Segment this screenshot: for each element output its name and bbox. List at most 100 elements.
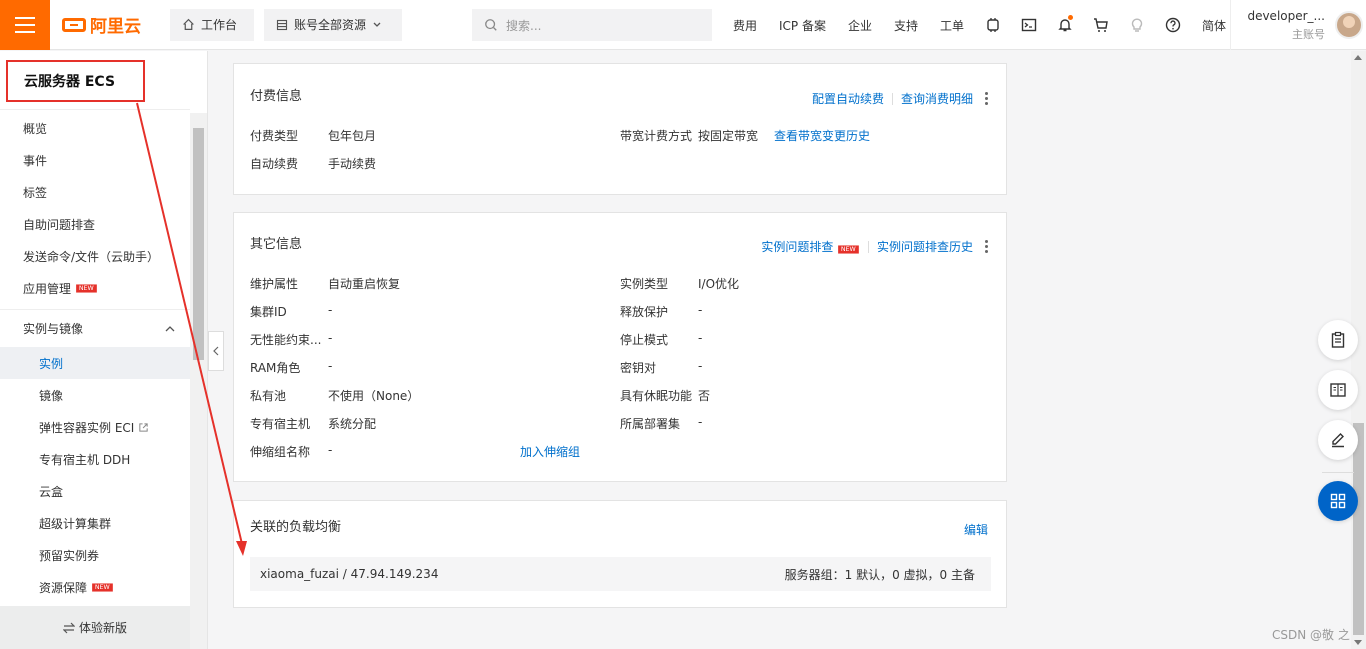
sidebar: 云服务器 ECS 概览 事件 标签 自助问题排查 发送命令/文件（云助手） 应用… (0, 51, 208, 649)
sidebar-item-troubleshoot[interactable]: 自助问题排查 (0, 208, 190, 240)
nav-link-icp[interactable]: ICP 备案 (768, 17, 837, 34)
resource-scope-label: 账号全部资源 (294, 18, 367, 32)
watermark: CSDN @敬 之 (1272, 628, 1350, 642)
private-pool-field: 私有池 不使用（None） (250, 389, 420, 403)
configure-auto-renew-link[interactable]: 配置自动续费 (812, 90, 884, 107)
lightbulb-icon[interactable] (1119, 17, 1155, 33)
load-balancer-card: 关联的负载均衡 编辑 xiaoma_fuzai / 47.94.149.234 … (233, 500, 1007, 608)
avatar[interactable] (1335, 11, 1363, 39)
sidebar-item-overview[interactable]: 概览 (0, 112, 190, 144)
sidebar-item-reserved-instances[interactable]: 预留实例券 (0, 539, 190, 571)
hamburger-menu-button[interactable] (0, 0, 50, 50)
join-scaling-group-link[interactable]: 加入伸缩组 (520, 443, 580, 460)
nav-link-support[interactable]: 支持 (883, 17, 929, 34)
server-group-summary: 服务器组：1 默认，0 虚拟，0 主备 (784, 567, 975, 582)
nav-link-fees[interactable]: 费用 (722, 17, 768, 34)
main-scrollbar-thumb[interactable] (1353, 423, 1364, 635)
sidebar-item-tags[interactable]: 标签 (0, 176, 190, 208)
product-title[interactable]: 云服务器 ECS (6, 60, 145, 102)
sidebar-item-app-management[interactable]: 应用管理 NEW (0, 272, 190, 304)
workbench-button[interactable]: 工作台 (170, 8, 254, 41)
user-menu[interactable]: developer_... 主账号 (1230, 0, 1366, 50)
guide-book-button[interactable] (1318, 370, 1358, 410)
bandwidth-history-link[interactable]: 查看带宽变更历史 (774, 127, 870, 144)
new-badge: NEW (92, 582, 113, 592)
sidebar-item-eci[interactable]: 弹性容器实例 ECI (0, 411, 190, 443)
try-new-version-button[interactable]: 体验新版 (0, 606, 190, 649)
edit-load-balancer-link[interactable]: 编辑 (964, 521, 988, 538)
troubleshoot-history-link[interactable]: 实例问题排查历史 (877, 238, 973, 255)
resource-scope-select[interactable]: 账号全部资源 (264, 8, 402, 41)
sidebar-item-cloud-assistant[interactable]: 发送命令/文件（云助手） (0, 240, 190, 272)
load-balancer-title: 关联的负载均衡 (250, 520, 342, 535)
sidebar-item-ddh[interactable]: 专有宿主机 DDH (0, 443, 190, 475)
sidebar-item-scc[interactable]: 超级计算集群 (0, 507, 190, 539)
help-icon[interactable] (1155, 17, 1191, 33)
sidebar-item-capacity-reservation[interactable]: 资源保障 NEW (0, 571, 190, 603)
chevron-left-icon (213, 346, 219, 356)
sidebar-item-label: 弹性容器实例 ECI (39, 420, 135, 435)
billing-info-title: 付费信息 (250, 89, 303, 104)
key-pair-field: 密钥对 - (620, 359, 703, 375)
sidebar-scrollbar-thumb[interactable] (193, 128, 204, 360)
scroll-down-icon[interactable] (1354, 640, 1362, 645)
deployment-set-field: 所属部署集 - (620, 415, 703, 431)
book-icon (1330, 383, 1346, 397)
sidebar-group-label: 实例与镜像 (23, 322, 84, 336)
sidebar-item-instances[interactable]: 实例 (0, 347, 190, 379)
sidebar-item-label: 资源保障 (39, 580, 88, 595)
more-icon[interactable] (985, 240, 988, 253)
sidebar-collapse-button[interactable] (208, 331, 224, 371)
aliyun-logo[interactable]: 阿里云 (50, 0, 160, 50)
chevron-up-icon (165, 325, 175, 331)
chip-icon[interactable] (975, 17, 1011, 33)
try-new-version-label: 体验新版 (78, 621, 127, 635)
chevron-down-icon (373, 22, 381, 27)
load-balancer-name: xiaoma_fuzai / 47.94.149.234 (260, 567, 439, 581)
brand-name: 阿里云 (90, 17, 141, 37)
sidebar-item-events[interactable]: 事件 (0, 144, 190, 176)
hibernation-field: 具有休眠功能否 (620, 389, 711, 403)
list-icon (276, 19, 288, 30)
other-info-card: 其它信息 实例问题排查 NEW 实例问题排查历史 维护属性 自动重启恢复 集群ID -… (233, 212, 1007, 482)
float-divider (1322, 472, 1354, 473)
instance-troubleshoot-link[interactable]: 实例问题排查 NEW (761, 238, 860, 255)
more-icon[interactable] (985, 92, 988, 105)
cart-icon[interactable] (1083, 17, 1119, 33)
scaling-group-field: 伸缩组名称 - (250, 443, 333, 459)
search-placeholder: 搜索... (506, 18, 542, 33)
scroll-up-icon[interactable] (1354, 55, 1362, 60)
new-badge: NEW (838, 245, 859, 254)
stop-mode-field: 停止模式 - (620, 331, 703, 347)
terminal-icon[interactable] (1011, 17, 1047, 33)
search-icon (485, 19, 497, 31)
swap-icon (62, 622, 75, 633)
pay-type-field: 付费类型 包年包月 (250, 129, 377, 143)
dedicated-host-field: 专有宿主机 系统分配 (250, 417, 377, 431)
external-link-icon (139, 422, 148, 432)
sidebar-divider (0, 109, 190, 110)
release-protection-field: 释放保护 - (620, 303, 703, 319)
query-billing-link[interactable]: 查询消费明细 (901, 90, 973, 107)
sidebar-menu: 概览 事件 标签 自助问题排查 发送命令/文件（云助手） 应用管理 NEW 实例与… (0, 112, 190, 603)
nav-link-enterprise[interactable]: 企业 (837, 17, 883, 34)
other-info-title: 其它信息 (250, 237, 303, 252)
sidebar-group-instances-images[interactable]: 实例与镜像 (0, 309, 190, 347)
user-name: developer_... (1247, 8, 1325, 23)
bandwidth-billing-field: 带宽计费方式 按固定带宽 查看带宽变更历史 (620, 127, 871, 144)
bell-icon[interactable] (1047, 15, 1083, 33)
sidebar-item-images[interactable]: 镜像 (0, 379, 190, 411)
clipboard-button[interactable] (1318, 320, 1358, 360)
sidebar-item-cloud-box[interactable]: 云盒 (0, 475, 190, 507)
top-navbar: 阿里云 工作台 账号全部资源 搜索... 费用 ICP 备案 企业 支持 工单 … (0, 0, 1366, 50)
nav-link-ticket[interactable]: 工单 (929, 17, 975, 34)
app-grid-button[interactable] (1318, 481, 1358, 521)
sidebar-scrollbar[interactable] (190, 113, 207, 649)
home-icon (183, 18, 194, 30)
search-input[interactable]: 搜索... (472, 9, 712, 41)
grid-icon (1330, 493, 1346, 509)
maintenance-field: 维护属性 自动重启恢复 (250, 277, 401, 291)
account-type: 主账号 (1292, 27, 1325, 41)
new-badge: NEW (76, 283, 97, 293)
feedback-button[interactable] (1318, 420, 1358, 460)
